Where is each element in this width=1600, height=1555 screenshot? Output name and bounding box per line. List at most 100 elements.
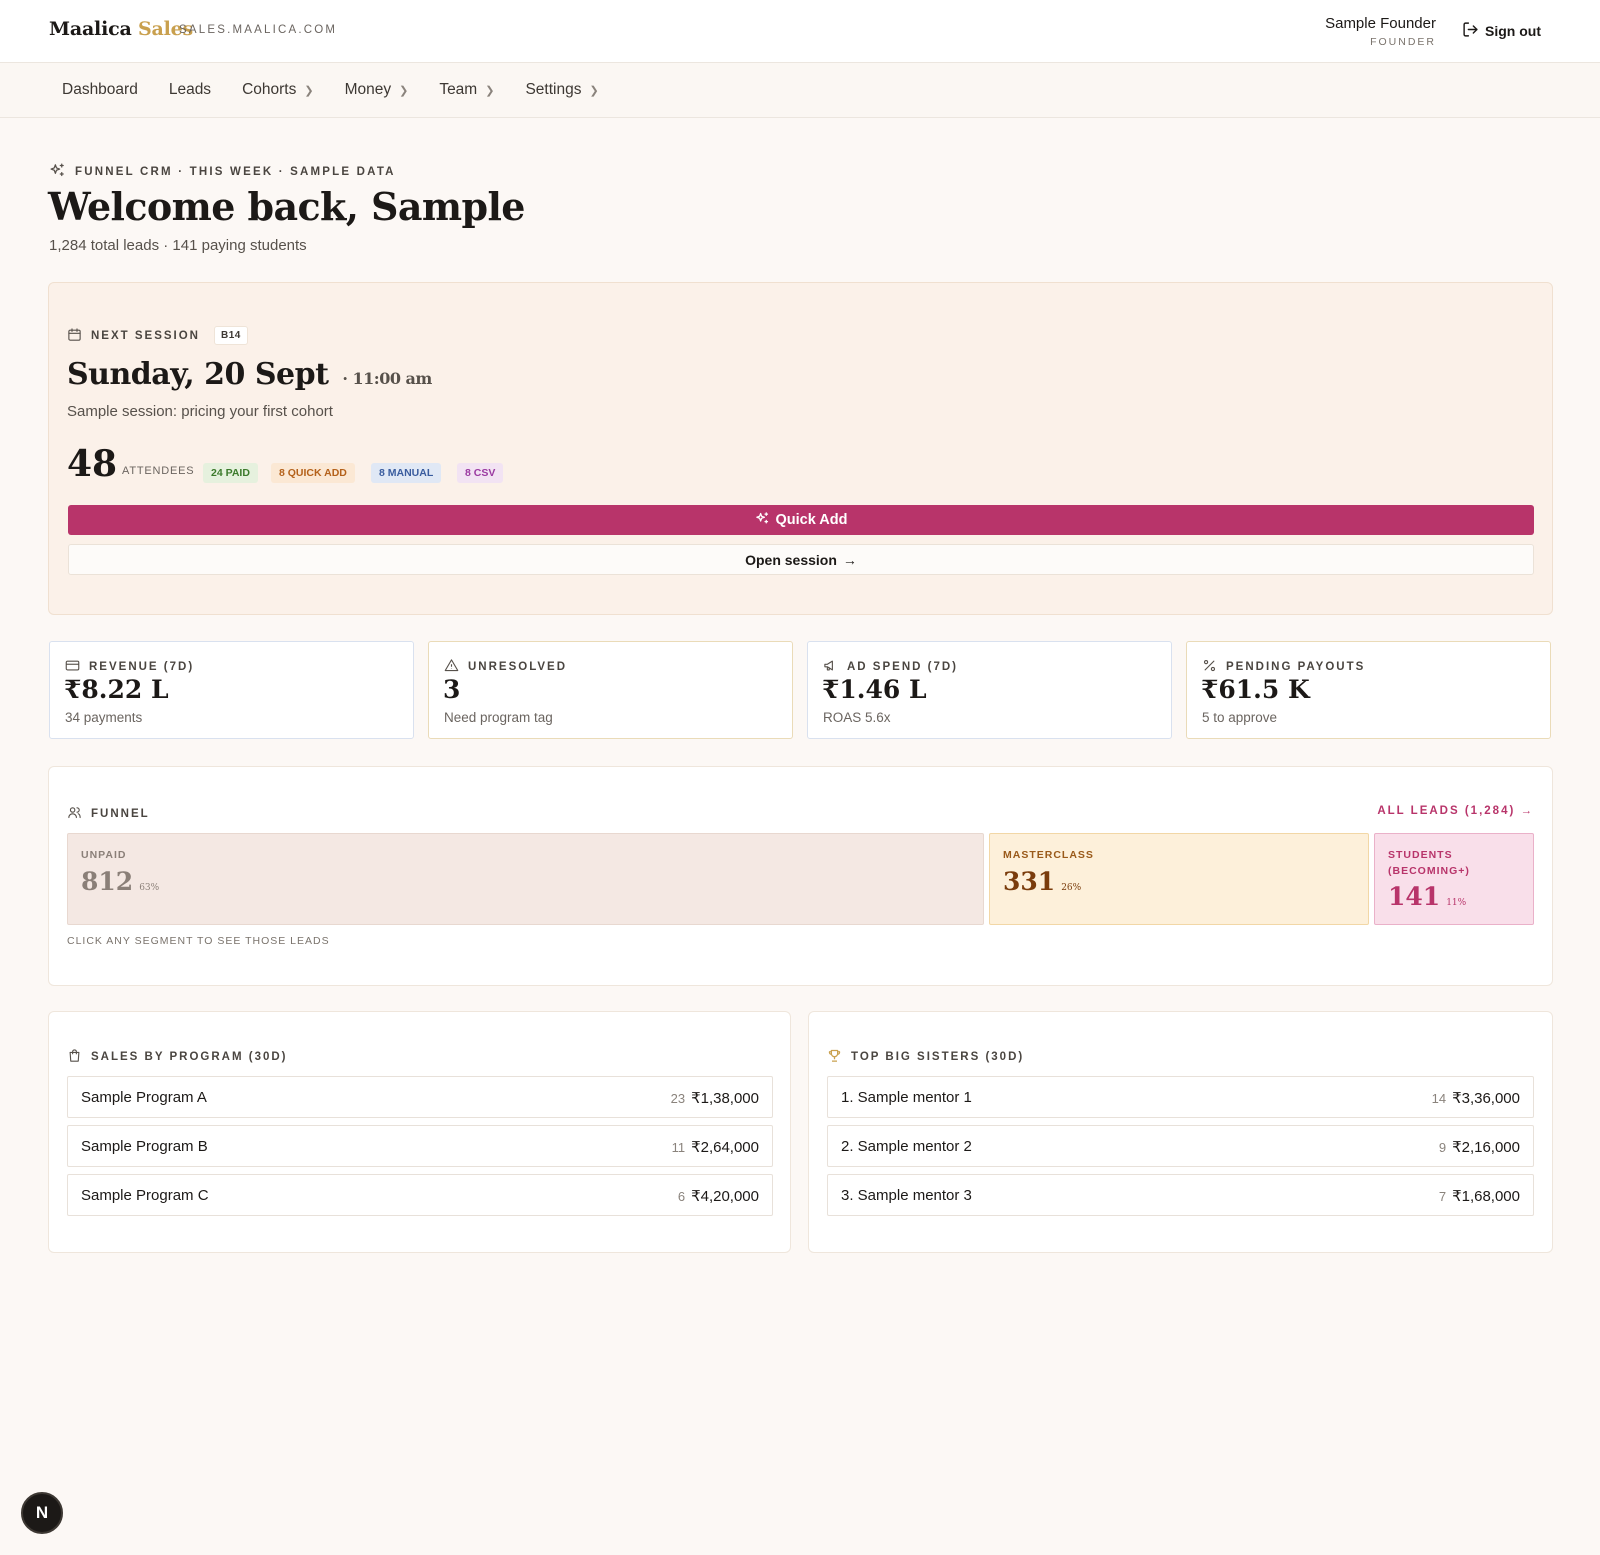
sales-by-program-card: SALES BY PROGRAM (30D) Sample Program A …	[48, 1011, 791, 1253]
stat-sub: 34 payments	[65, 710, 143, 725]
program-stats: 11 ₹2,64,000	[672, 1138, 759, 1156]
ad-spend-stat-card[interactable]: AD SPEND (7D) ₹1.46 L ROAS 5.6x	[807, 641, 1172, 739]
funnel-segment-students[interactable]: STUDENTS (BECOMING+) 141 11%	[1374, 833, 1534, 925]
panel-label-text: TOP BIG SISTERS (30D)	[851, 1051, 1025, 1063]
program-row[interactable]: Sample Program A 23 ₹1,38,000	[67, 1076, 773, 1118]
segment-percent: 26%	[1061, 883, 1082, 893]
all-leads-link[interactable]: ALL LEADS (1,284) →	[1377, 805, 1534, 817]
chevron-right-icon: ❯	[485, 84, 495, 97]
sign-out-icon	[1462, 21, 1479, 41]
manual-tag: 8 MANUAL	[371, 463, 442, 483]
chevron-right-icon: ❯	[589, 84, 599, 97]
segment-label: STUDENTS (BECOMING+)	[1388, 849, 1470, 877]
sparkles-icon	[755, 511, 770, 530]
quick-add-tag: 8 QUICK ADD	[271, 463, 355, 483]
revenue-stat-card[interactable]: REVENUE (7D) ₹8.22 L 34 payments	[49, 641, 414, 739]
stat-value: 3	[443, 675, 461, 704]
page-title: Welcome back, Sample	[48, 184, 525, 229]
program-row[interactable]: Sample Program C 6 ₹4,20,000	[67, 1174, 773, 1216]
mentor-stats: 14 ₹3,36,000	[1432, 1089, 1520, 1107]
main-nav: Dashboard Leads Cohorts ❯ Money ❯ Team ❯ Se…	[0, 63, 1600, 118]
nav-label: Settings	[525, 81, 582, 98]
stat-sub: 5 to approve	[1202, 710, 1278, 725]
pending-payouts-stat-card[interactable]: PENDING PAYOUTS ₹61.5 K 5 to approve	[1186, 641, 1551, 739]
nav-label: Money	[344, 81, 392, 98]
calendar-icon	[67, 327, 82, 345]
segment-value: 331 26%	[1003, 867, 1081, 896]
nav-label: Dashboard	[62, 81, 138, 98]
mentor-amount: ₹2,16,000	[1452, 1139, 1520, 1156]
segment-percent: 63%	[139, 883, 160, 893]
program-name: Sample Program A	[81, 1089, 207, 1106]
unresolved-stat-card[interactable]: UNRESOLVED 3 Need program tag	[428, 641, 793, 739]
stat-label: PENDING PAYOUTS	[1202, 658, 1365, 676]
page-subtitle: 1,284 total leads · 141 paying students	[49, 237, 307, 254]
sign-out-button[interactable]: Sign out	[1462, 21, 1541, 41]
paid-tag: 24 PAID	[203, 463, 258, 483]
funnel-segment-unpaid[interactable]: UNPAID 812 63%	[67, 833, 984, 925]
quick-add-button[interactable]: Quick Add	[68, 505, 1534, 535]
segment-count: 141	[1388, 882, 1441, 911]
segment-label: MASTERCLASS	[1003, 849, 1094, 861]
segment-value: 812 63%	[81, 867, 159, 896]
panel-label-text: SALES BY PROGRAM (30D)	[91, 1051, 288, 1063]
stat-sub: ROAS 5.6x	[823, 710, 891, 725]
segment-value: 141 11%	[1388, 882, 1466, 911]
chevron-right-icon: ❯	[399, 84, 409, 97]
segment-count: 812	[81, 867, 134, 896]
program-row[interactable]: Sample Program B 11 ₹2,64,000	[67, 1125, 773, 1167]
site-domain: SALES.MAALICA.COM	[179, 24, 338, 36]
funnel-label: FUNNEL	[67, 805, 150, 823]
mentor-amount: ₹1,68,000	[1452, 1188, 1520, 1205]
mentor-count: 14	[1431, 1091, 1447, 1106]
sparkles-icon	[49, 162, 66, 182]
batch-badge: B14	[214, 326, 248, 345]
program-name: Sample Program C	[81, 1187, 209, 1204]
program-stats: 23 ₹1,38,000	[671, 1089, 759, 1107]
funnel-label-text: FUNNEL	[91, 808, 150, 820]
stat-label: REVENUE (7D)	[65, 658, 194, 676]
funnel-hint: CLICK ANY SEGMENT TO SEE THOSE LEADS	[67, 935, 330, 947]
shopping-bag-icon	[67, 1048, 82, 1066]
user-role: FOUNDER	[1370, 36, 1436, 48]
nav-item-settings[interactable]: Settings ❯	[525, 81, 598, 99]
brand-logo[interactable]: Maalica Sales	[49, 18, 193, 40]
segment-label: UNPAID	[81, 849, 127, 861]
stat-label-text: PENDING PAYOUTS	[1226, 661, 1366, 673]
mentor-row[interactable]: 1. Sample mentor 1 14 ₹3,36,000	[827, 1076, 1534, 1118]
stat-value: ₹61.5 K	[1201, 675, 1310, 704]
open-session-label: Open session	[745, 551, 837, 568]
attendees-label: ATTENDEES	[122, 465, 195, 477]
stat-label: AD SPEND (7D)	[823, 658, 958, 676]
nav-item-money[interactable]: Money ❯	[345, 81, 409, 99]
session-label-text: NEXT SESSION	[91, 329, 200, 342]
top-big-sisters-card: TOP BIG SISTERS (30D) 1. Sample mentor 1…	[808, 1011, 1553, 1253]
credit-card-icon	[65, 658, 80, 676]
program-amount: ₹2,64,000	[691, 1139, 759, 1156]
csv-tag: 8 CSV	[457, 463, 504, 483]
dev-tools-badge[interactable]: N	[21, 1492, 63, 1534]
panel-label: TOP BIG SISTERS (30D)	[827, 1048, 1024, 1066]
mentor-row[interactable]: 3. Sample mentor 3 7 ₹1,68,000	[827, 1174, 1534, 1216]
nav-item-cohorts[interactable]: Cohorts ❯	[242, 81, 314, 99]
funnel-segment-masterclass[interactable]: MASTERCLASS 331 26%	[989, 833, 1369, 925]
stat-value: ₹8.22 L	[64, 675, 169, 704]
nav-label: Leads	[168, 81, 212, 98]
session-date: Sunday, 20 Sept · 11:00 am	[67, 357, 432, 392]
nav-item-team[interactable]: Team ❯	[439, 81, 494, 99]
stat-label: UNRESOLVED	[444, 658, 567, 676]
mentor-row[interactable]: 2. Sample mentor 2 9 ₹2,16,000	[827, 1125, 1534, 1167]
nav-item-leads[interactable]: Leads	[169, 81, 211, 99]
stat-sub: Need program tag	[444, 710, 553, 725]
stat-label-text: REVENUE (7D)	[89, 661, 195, 673]
segment-count: 331	[1003, 867, 1056, 896]
mentor-stats: 7 ₹1,68,000	[1439, 1187, 1520, 1205]
session-label: NEXT SESSION B14	[67, 326, 248, 345]
open-session-button[interactable]: Open session →	[68, 544, 1534, 575]
attendees-count: 48	[67, 443, 118, 485]
next-session-card: NEXT SESSION B14 Sunday, 20 Sept · 11:00…	[48, 282, 1553, 615]
panel-label: SALES BY PROGRAM (30D)	[67, 1048, 288, 1066]
nav-item-dashboard[interactable]: Dashboard	[62, 81, 138, 99]
program-amount: ₹4,20,000	[691, 1188, 759, 1205]
program-count: 11	[671, 1140, 686, 1155]
